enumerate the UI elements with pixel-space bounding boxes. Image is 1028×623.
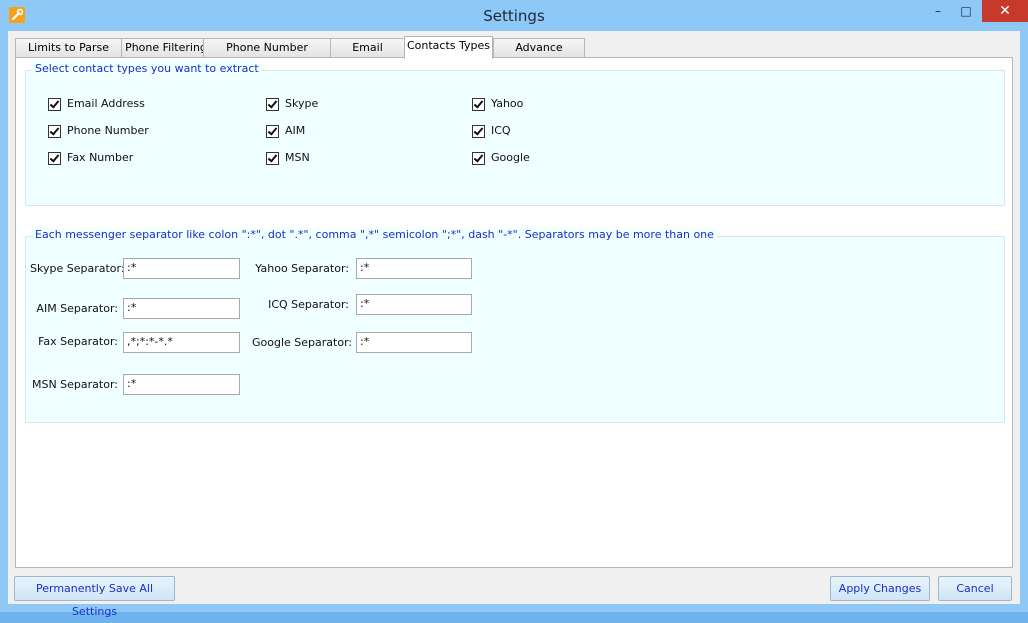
tab-phone-filtering[interactable]: Phone Filtering bbox=[121, 38, 211, 58]
skype-separator-label: Skype Separator: bbox=[30, 262, 125, 275]
settings-window: Settings – □ ✕ Limits to Parse URL Phone… bbox=[0, 0, 1028, 618]
checkmark-icon bbox=[472, 98, 485, 111]
contact-types-group: Select contact types you want to extract… bbox=[25, 62, 1005, 206]
checkmark-icon bbox=[266, 125, 279, 138]
aim-label: AIM bbox=[285, 124, 306, 137]
msn-separator-label: MSN Separator: bbox=[31, 378, 118, 391]
contacts-types-page: Select contact types you want to extract… bbox=[15, 57, 1013, 568]
contact-types-legend: Select contact types you want to extract bbox=[32, 62, 262, 75]
cancel-button[interactable]: Cancel bbox=[938, 576, 1012, 601]
skype-separator-input[interactable]: :* bbox=[123, 258, 240, 279]
google-separator-label: Google Separator: bbox=[252, 336, 353, 349]
aim-separator-input[interactable]: :* bbox=[123, 298, 240, 319]
fax-separator-label: Fax Separator: bbox=[38, 335, 118, 348]
checkmark-icon bbox=[472, 152, 485, 165]
save-all-settings-button[interactable]: Permanently Save All Settings bbox=[14, 576, 175, 618]
tab-contacts-types[interactable]: Contacts Types bbox=[404, 36, 493, 59]
title-bar[interactable]: Settings – □ ✕ bbox=[0, 0, 1028, 31]
icq-separator-label: ICQ Separator: bbox=[268, 298, 349, 311]
checkmark-icon bbox=[48, 125, 61, 138]
tab-phone-number-validator[interactable]: Phone Number Validator bbox=[203, 38, 331, 72]
checkmark-icon bbox=[48, 98, 61, 111]
yahoo-label: Yahoo bbox=[491, 97, 524, 110]
tab-advance-settings[interactable]: Advance Settings bbox=[493, 38, 585, 72]
checkmark-icon bbox=[266, 98, 279, 111]
google-label: Google bbox=[491, 151, 530, 164]
tab-limits-to-parse-url[interactable]: Limits to Parse URL bbox=[15, 38, 122, 72]
email-address-label: Email Address bbox=[67, 97, 145, 110]
close-button[interactable]: ✕ bbox=[982, 0, 1028, 22]
window-title: Settings bbox=[483, 7, 545, 25]
fax-separator-input[interactable]: ,*;*:*-*.* bbox=[123, 332, 240, 353]
msn-separator-input[interactable]: :* bbox=[123, 374, 240, 395]
icq-separator-input[interactable]: :* bbox=[356, 294, 472, 315]
client-area: Limits to Parse URL Phone Filtering Phon… bbox=[8, 31, 1020, 618]
aim-separator-label: AIM Separator: bbox=[36, 302, 118, 315]
tab-email-filtering[interactable]: Email Filtering bbox=[330, 38, 405, 72]
yahoo-separator-label: Yahoo Separator: bbox=[255, 262, 349, 275]
yahoo-separator-input[interactable]: :* bbox=[356, 258, 472, 279]
separators-group: Each messenger separator like colon ":*"… bbox=[25, 228, 1005, 423]
checkmark-icon bbox=[266, 152, 279, 165]
fax-number-label: Fax Number bbox=[67, 151, 134, 164]
apply-changes-button[interactable]: Apply Changes bbox=[830, 576, 930, 601]
minimize-button[interactable]: – bbox=[924, 0, 952, 22]
msn-label: MSN bbox=[285, 151, 310, 164]
icq-label: ICQ bbox=[491, 124, 511, 137]
skype-label: Skype bbox=[285, 97, 319, 110]
maximize-button[interactable]: □ bbox=[952, 0, 980, 22]
phone-number-label: Phone Number bbox=[67, 124, 149, 137]
separators-legend: Each messenger separator like colon ":*"… bbox=[32, 228, 717, 241]
checkmark-icon bbox=[472, 125, 485, 138]
google-separator-input[interactable]: :* bbox=[356, 332, 472, 353]
checkmark-icon bbox=[48, 152, 61, 165]
